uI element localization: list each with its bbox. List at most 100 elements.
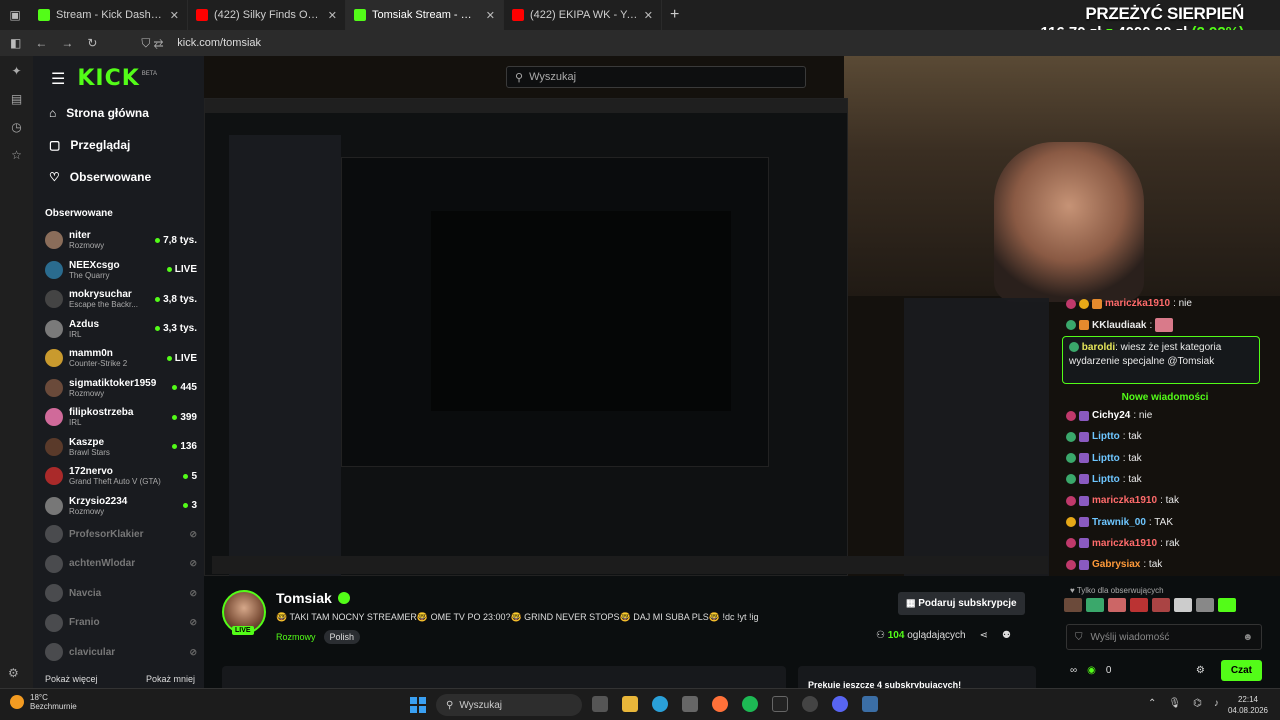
category-link[interactable]: Rozmowy: [276, 632, 316, 642]
emote-image[interactable]: [1064, 598, 1082, 612]
followed-channel[interactable]: sigmatiktoker1959 Rozmowy 445: [45, 374, 197, 402]
collections-icon[interactable]: ▤: [11, 92, 22, 106]
channel-info: 172nervo Grand Theft Auto V (GTA): [69, 466, 177, 486]
copilot-icon[interactable]: ✦: [11, 64, 21, 78]
taskbar-search[interactable]: ⚲ Wyszukaj: [436, 694, 582, 716]
microphone-icon[interactable]: 🎙: [1168, 698, 1181, 709]
url-field[interactable]: kick.com/tomsiak: [177, 37, 261, 49]
file-explorer-icon[interactable]: [622, 696, 638, 712]
followed-channel[interactable]: 172nervo Grand Theft Auto V (GTA) 5: [45, 462, 197, 490]
store-icon[interactable]: [682, 696, 698, 712]
close-icon[interactable]: ✕: [170, 9, 179, 22]
show-more-link[interactable]: Pokaż więcej: [45, 674, 98, 684]
tab-actions-icon[interactable]: ▣: [0, 8, 30, 22]
site-info-icon[interactable]: ⛉ ⇄: [141, 36, 163, 51]
chat-text: : tak: [1122, 452, 1142, 464]
chat-username[interactable]: Gabrysiax: [1092, 559, 1140, 570]
followed-channel[interactable]: mamm0n Counter-Strike 2 LIVE: [45, 344, 197, 372]
tab-youtube-ekipa[interactable]: (422) EKIPA WK - YouTube ✕: [504, 0, 662, 30]
chat-username[interactable]: mariczka1910: [1092, 495, 1157, 506]
close-icon[interactable]: ✕: [328, 9, 337, 22]
close-icon[interactable]: ✕: [486, 9, 495, 22]
gift-sub-button[interactable]: ▦ Podaruj subskrypcje: [898, 592, 1025, 615]
firefox-icon[interactable]: [712, 696, 728, 712]
nav-browse[interactable]: ▢ Przeglądaj: [49, 138, 199, 152]
chat-username[interactable]: Liptto: [1092, 431, 1120, 442]
followed-channel[interactable]: filipkostrzeba IRL 399: [45, 403, 197, 431]
close-icon[interactable]: ✕: [644, 9, 653, 22]
discord-icon[interactable]: [832, 696, 848, 712]
offline-channel[interactable]: Franio ⊘: [45, 609, 197, 637]
forward-icon[interactable]: →: [61, 36, 73, 50]
followed-channel[interactable]: Azdus IRL 3,3 tys.: [45, 315, 197, 343]
clock[interactable]: 22:14 04.08.2026: [1228, 694, 1268, 716]
weather-widget[interactable]: 18°C Bezchmurnie: [10, 693, 77, 711]
followed-channel[interactable]: Krzysio2234 Rozmowy 3: [45, 492, 197, 520]
network-icon[interactable]: ⌬: [1193, 698, 1202, 709]
tab-tomsiak-stream[interactable]: Tomsiak Stream - Watch Live o ✕: [346, 0, 504, 30]
follow-user-icon[interactable]: ⚉: [1002, 630, 1011, 641]
chat-username[interactable]: mariczka1910: [1092, 538, 1157, 549]
chat-username[interactable]: Trawnik_00: [1092, 517, 1146, 528]
chat-username[interactable]: Liptto: [1092, 453, 1120, 464]
offline-channel[interactable]: clavicular ⊘: [45, 638, 197, 666]
back-icon[interactable]: ←: [35, 36, 47, 50]
streamer-name[interactable]: Tomsiak: [276, 590, 332, 606]
offline-channel[interactable]: ProfesorKlakier ⊘: [45, 520, 197, 548]
spotify-icon[interactable]: [742, 696, 758, 712]
tab-kick-dashboard[interactable]: Stream - Kick Dashboard ✕: [30, 0, 188, 30]
offline-channel[interactable]: Navcia ⊘: [45, 579, 197, 607]
new-tab-icon[interactable]: +: [670, 6, 679, 24]
share-icon[interactable]: ⋖: [980, 630, 988, 641]
followed-channel[interactable]: Kaszpe Brawl Stars 136: [45, 433, 197, 461]
search-input[interactable]: ⚲ Wyszukaj: [506, 66, 806, 88]
taskbar-apps: [592, 696, 878, 712]
app-icon[interactable]: [772, 696, 788, 712]
send-chat-button[interactable]: Czat: [1220, 660, 1262, 681]
menu-icon[interactable]: ☰: [51, 69, 65, 89]
nav-following[interactable]: ♡ Obserwowane: [49, 170, 199, 184]
history-icon[interactable]: ◷: [11, 120, 21, 134]
start-icon[interactable]: [410, 697, 426, 713]
nested-video-inner: [431, 211, 731, 411]
settings-gear-icon[interactable]: ⚙: [8, 666, 19, 680]
new-messages-divider[interactable]: Nowe wiadomości: [1066, 392, 1264, 403]
chat-username[interactable]: KKlaudiaak: [1092, 320, 1146, 331]
emote-image[interactable]: [1174, 598, 1192, 612]
obs-icon[interactable]: [802, 696, 818, 712]
settings-icon[interactable]: [862, 696, 878, 712]
followed-channel[interactable]: NEEXcsgo The Quarry LIVE: [45, 256, 197, 284]
viewers-label: oglądających: [907, 630, 966, 641]
emote-image[interactable]: [1108, 598, 1126, 612]
channel-info: mokrysuchar Escape the Backr...: [69, 289, 149, 309]
emote-image[interactable]: [1086, 598, 1104, 612]
edge-icon[interactable]: [652, 696, 668, 712]
chat-username[interactable]: baroldi: [1082, 342, 1115, 353]
nav-home[interactable]: ⌂ Strona główna: [49, 106, 199, 120]
chat-username[interactable]: mariczka1910: [1105, 298, 1170, 309]
kick-logo[interactable]: ☰ KICK BETA: [51, 66, 157, 91]
task-view-icon[interactable]: [592, 696, 608, 712]
followed-channel[interactable]: niter Rozmowy 7,8 tys.: [45, 226, 197, 254]
volume-icon[interactable]: ♪: [1214, 698, 1219, 709]
emote-image[interactable]: [1196, 598, 1214, 612]
emote-image[interactable]: [1152, 598, 1170, 612]
emote-image[interactable]: [1130, 598, 1148, 612]
language-tag[interactable]: Polish: [323, 630, 361, 644]
chat-username[interactable]: Cichy24: [1092, 410, 1130, 421]
chat-input[interactable]: ⛉ Wyślij wiadomość ☻: [1066, 624, 1262, 650]
emote-image[interactable]: [1218, 598, 1236, 612]
chevron-up-icon[interactable]: ⌃: [1148, 698, 1156, 709]
offline-channel[interactable]: achtenWlodar ⊘: [45, 550, 197, 578]
followed-channel[interactable]: mokrysuchar Escape the Backr... 3,8 tys.: [45, 285, 197, 313]
chat-username[interactable]: Liptto: [1092, 474, 1120, 485]
favorites-icon[interactable]: ☆: [11, 148, 22, 162]
emoji-icon[interactable]: ☻: [1242, 632, 1253, 643]
chat-text: : tak: [1160, 495, 1179, 507]
sidebar-toggle-icon[interactable]: ◧: [10, 36, 21, 50]
chat-settings-icon[interactable]: ⚙: [1196, 665, 1205, 676]
show-less-link[interactable]: Pokaż mniej: [146, 674, 195, 684]
reload-icon[interactable]: ↻: [87, 36, 97, 50]
chat-modes-icon[interactable]: ∞: [1070, 665, 1077, 676]
tab-youtube-silky[interactable]: (422) Silky Finds Out Jason Use ✕: [188, 0, 346, 30]
